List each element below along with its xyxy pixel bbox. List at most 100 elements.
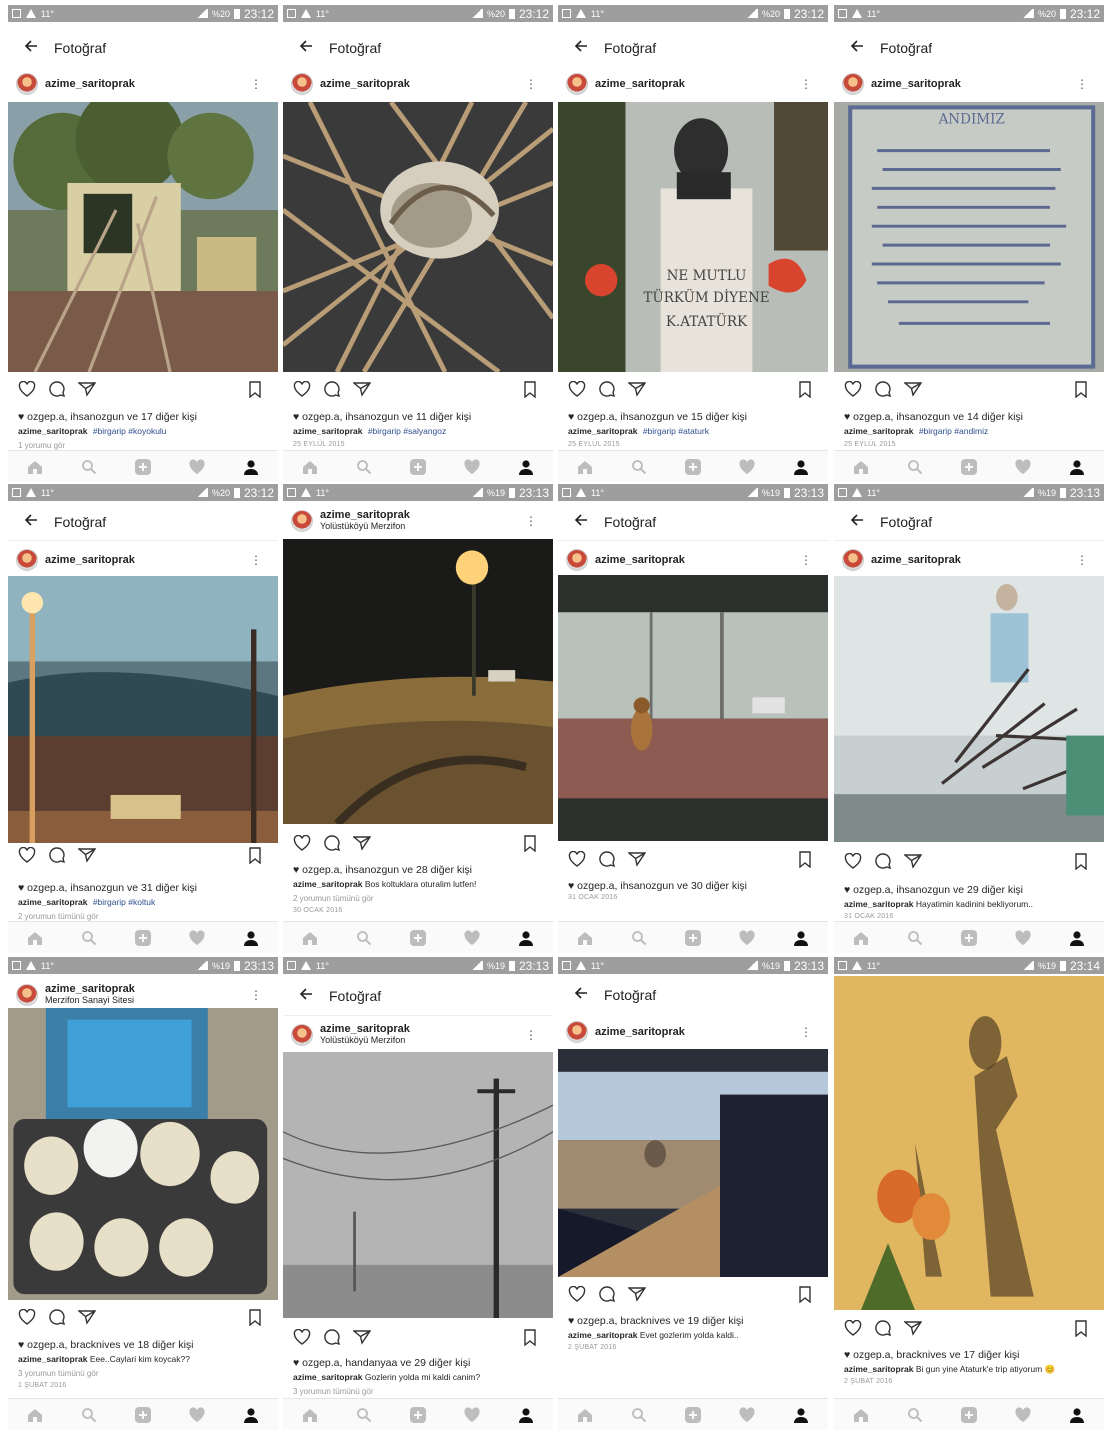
activity-heart-icon[interactable] bbox=[186, 927, 208, 949]
username-link[interactable]: azime_saritoprak bbox=[320, 1024, 410, 1035]
add-icon[interactable] bbox=[407, 456, 429, 478]
home-icon[interactable] bbox=[299, 927, 321, 949]
search-icon[interactable] bbox=[628, 927, 650, 949]
home-icon[interactable] bbox=[574, 927, 596, 949]
caption-username[interactable]: azime_saritoprak bbox=[568, 426, 637, 436]
caption-username[interactable]: azime_saritoprak bbox=[844, 899, 913, 909]
post-photo[interactable] bbox=[558, 575, 828, 841]
activity-heart-icon[interactable] bbox=[461, 456, 483, 478]
profile-icon[interactable] bbox=[515, 456, 537, 478]
home-icon[interactable] bbox=[850, 1404, 872, 1426]
profile-icon[interactable] bbox=[240, 1404, 262, 1426]
more-options-icon[interactable]: ⋮ bbox=[250, 553, 262, 567]
more-options-icon[interactable]: ⋮ bbox=[800, 1025, 812, 1039]
likes-line[interactable]: ♥ ozgep.a, ihsanozgun ve 31 diğer kişi bbox=[18, 882, 270, 894]
profile-icon[interactable] bbox=[790, 456, 812, 478]
bookmark-icon[interactable] bbox=[1070, 1317, 1092, 1339]
more-options-icon[interactable]: ⋮ bbox=[1076, 77, 1088, 91]
caption-username[interactable]: azime_saritoprak bbox=[844, 426, 913, 436]
avatar[interactable] bbox=[16, 549, 38, 571]
home-icon[interactable] bbox=[850, 927, 872, 949]
post-photo[interactable] bbox=[283, 539, 553, 828]
add-icon[interactable] bbox=[132, 1404, 154, 1426]
bookmark-icon[interactable] bbox=[519, 832, 541, 854]
search-icon[interactable] bbox=[628, 456, 650, 478]
back-arrow-icon[interactable] bbox=[22, 512, 40, 531]
comment-icon[interactable] bbox=[872, 378, 894, 400]
share-icon[interactable] bbox=[76, 378, 98, 400]
likes-line[interactable]: ♥ ozgep.a, bracknives ve 17 diğer kişi bbox=[844, 1349, 1096, 1361]
view-comments-link[interactable]: 2 yorumun tümünü gör bbox=[18, 912, 99, 921]
caption-hashtags[interactable]: #birgarip #koyokulu bbox=[93, 426, 167, 436]
post-photo[interactable] bbox=[834, 976, 1104, 1310]
activity-heart-icon[interactable] bbox=[736, 1404, 758, 1426]
share-icon[interactable] bbox=[351, 378, 373, 400]
bookmark-icon[interactable] bbox=[1070, 378, 1092, 400]
caption-hashtags[interactable]: #birgarip #andimiz bbox=[919, 426, 988, 436]
post-photo[interactable]: ANDIMIZ bbox=[834, 102, 1104, 372]
likes-line[interactable]: ♥ ozgep.a, bracknives ve 18 diğer kişi bbox=[18, 1339, 270, 1351]
add-icon[interactable] bbox=[132, 456, 154, 478]
activity-heart-icon[interactable] bbox=[186, 456, 208, 478]
heart-icon[interactable] bbox=[842, 378, 864, 400]
home-icon[interactable] bbox=[24, 927, 46, 949]
avatar[interactable] bbox=[566, 1021, 588, 1043]
more-options-icon[interactable]: ⋮ bbox=[525, 514, 537, 528]
activity-heart-icon[interactable] bbox=[461, 1404, 483, 1426]
more-options-icon[interactable]: ⋮ bbox=[1076, 553, 1088, 567]
caption-username[interactable]: azime_saritoprak bbox=[18, 1354, 87, 1364]
profile-icon[interactable] bbox=[240, 456, 262, 478]
comment-icon[interactable] bbox=[46, 378, 68, 400]
view-comments-link[interactable]: 1 yorumu gör bbox=[18, 441, 65, 450]
bookmark-icon[interactable] bbox=[794, 378, 816, 400]
username-link[interactable]: azime_saritoprak bbox=[320, 510, 410, 521]
profile-icon[interactable] bbox=[515, 1404, 537, 1426]
likes-line[interactable]: ♥ ozgep.a, ihsanozgun ve 30 diğer kişi bbox=[568, 880, 820, 892]
likes-line[interactable]: ♥ ozgep.a, handanyaa ve 29 diğer kişi bbox=[293, 1357, 545, 1369]
profile-icon[interactable] bbox=[515, 927, 537, 949]
activity-heart-icon[interactable] bbox=[1012, 1404, 1034, 1426]
profile-icon[interactable] bbox=[240, 927, 262, 949]
back-arrow-icon[interactable] bbox=[848, 38, 866, 57]
post-photo[interactable] bbox=[558, 1049, 828, 1277]
location-link[interactable]: Yolüstüköyü Merzifon bbox=[320, 521, 410, 532]
back-arrow-icon[interactable] bbox=[572, 512, 590, 531]
search-icon[interactable] bbox=[353, 456, 375, 478]
profile-icon[interactable] bbox=[790, 927, 812, 949]
caption-hashtags[interactable]: #birgarip #koltuk bbox=[93, 897, 155, 907]
caption-username[interactable]: azime_saritoprak bbox=[293, 1372, 362, 1382]
activity-heart-icon[interactable] bbox=[186, 1404, 208, 1426]
home-icon[interactable] bbox=[574, 1404, 596, 1426]
comment-icon[interactable] bbox=[596, 848, 618, 870]
more-options-icon[interactable]: ⋮ bbox=[800, 553, 812, 567]
back-arrow-icon[interactable] bbox=[22, 38, 40, 57]
location-link[interactable]: Yolüstüköyü Merzifon bbox=[320, 1035, 410, 1046]
username-link[interactable]: azime_saritoprak bbox=[595, 78, 685, 90]
avatar[interactable] bbox=[842, 73, 864, 95]
username-link[interactable]: azime_saritoprak bbox=[320, 78, 410, 90]
share-icon[interactable] bbox=[76, 1306, 98, 1328]
heart-icon[interactable] bbox=[842, 850, 864, 872]
share-icon[interactable] bbox=[902, 378, 924, 400]
share-icon[interactable] bbox=[626, 378, 648, 400]
location-link[interactable]: Merzifon Sanayi Sitesi bbox=[45, 995, 135, 1006]
more-options-icon[interactable]: ⋮ bbox=[250, 77, 262, 91]
caption-hashtags[interactable]: #birgarip #ataturk bbox=[643, 426, 709, 436]
view-comments-link[interactable]: 2 yorumun tümünü gör bbox=[293, 894, 374, 903]
heart-icon[interactable] bbox=[566, 848, 588, 870]
avatar[interactable] bbox=[16, 73, 38, 95]
username-link[interactable]: azime_saritoprak bbox=[45, 984, 135, 995]
avatar[interactable] bbox=[16, 984, 38, 1006]
home-icon[interactable] bbox=[299, 456, 321, 478]
caption-username[interactable]: azime_saritoprak bbox=[293, 426, 362, 436]
comment-icon[interactable] bbox=[321, 832, 343, 854]
back-arrow-icon[interactable] bbox=[848, 512, 866, 531]
add-icon[interactable] bbox=[682, 927, 704, 949]
username-link[interactable]: azime_saritoprak bbox=[595, 554, 685, 566]
profile-icon[interactable] bbox=[1066, 456, 1088, 478]
comment-icon[interactable] bbox=[596, 1283, 618, 1305]
username-link[interactable]: azime_saritoprak bbox=[45, 554, 135, 566]
likes-line[interactable]: ♥ ozgep.a, ihsanozgun ve 29 diğer kişi bbox=[844, 884, 1096, 896]
post-photo[interactable]: NE MUTLU TÜRKÜM DİYENE K.ATATÜRK bbox=[558, 102, 828, 372]
post-photo[interactable] bbox=[8, 1008, 278, 1300]
